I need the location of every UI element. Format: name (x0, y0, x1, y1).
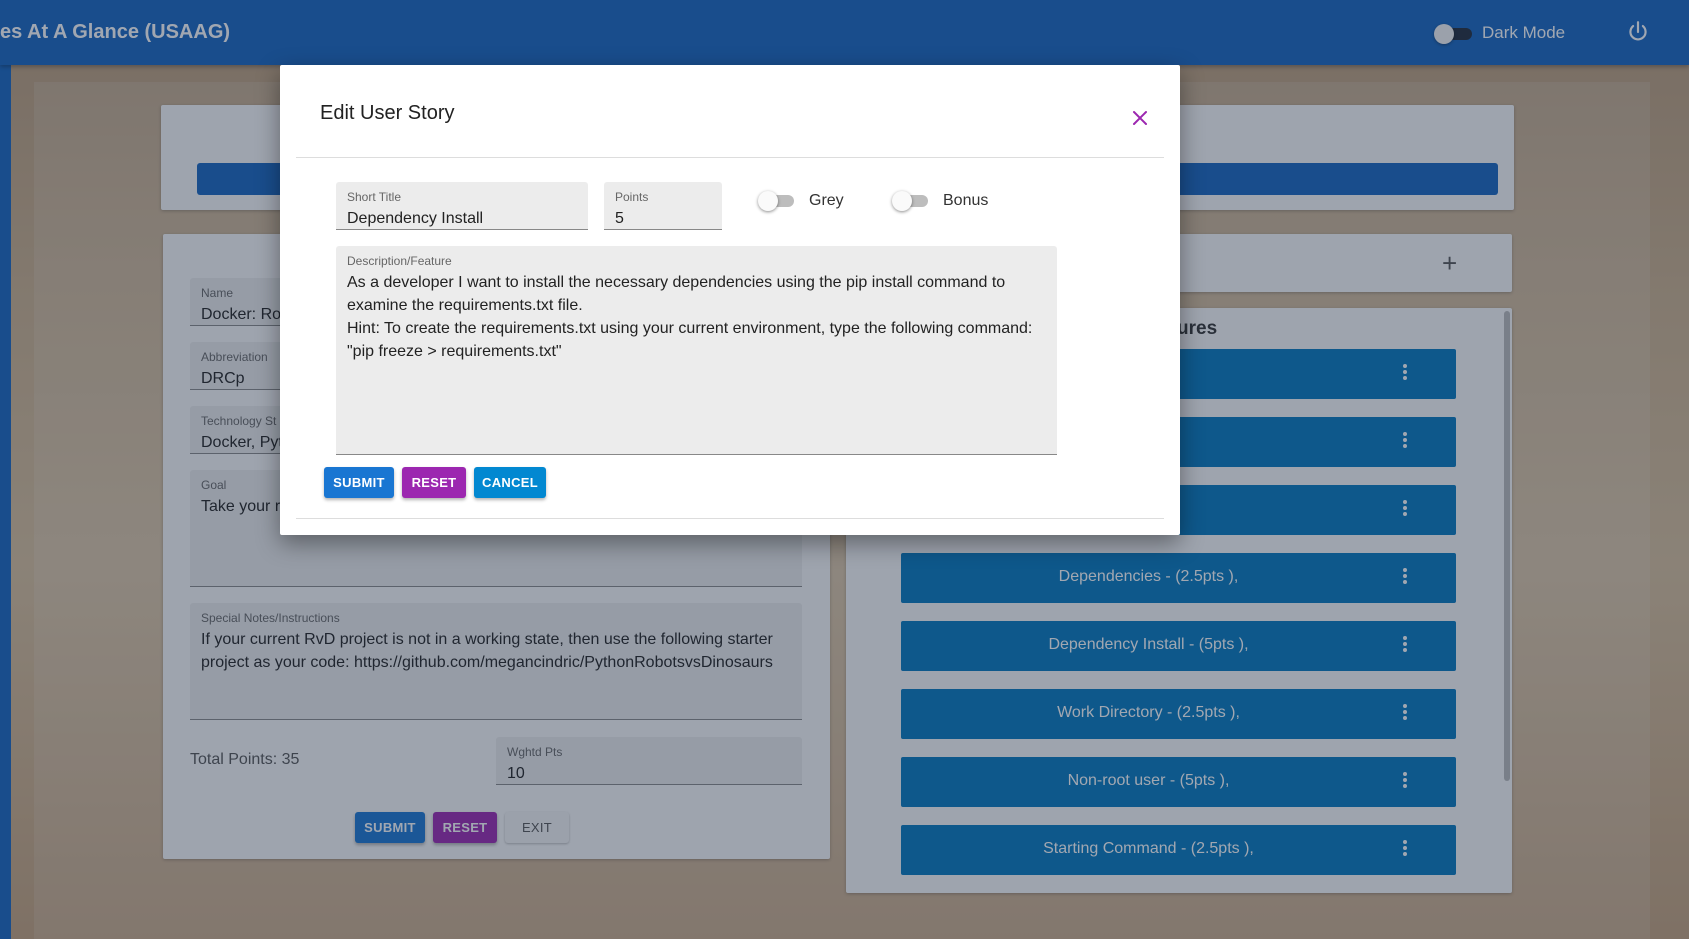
toggle-thumb (758, 191, 778, 211)
description-line: As a developer I want to install the nec… (347, 274, 1006, 314)
toggle-thumb (892, 191, 912, 211)
close-icon[interactable] (1129, 107, 1151, 129)
short-title-field[interactable]: Short Title Dependency Install (336, 182, 588, 230)
grey-toggle[interactable] (758, 191, 796, 211)
description-label: Description/Feature (347, 254, 452, 268)
dialog-cancel-button[interactable]: CANCEL (474, 467, 546, 498)
points-label: Points (615, 190, 649, 204)
points-value: 5 (615, 210, 624, 227)
description-field[interactable]: Description/Feature As a developer I wan… (336, 246, 1057, 455)
edit-user-story-dialog: Edit User Story Short Title Dependency I… (280, 65, 1180, 535)
bonus-toggle[interactable] (892, 191, 930, 211)
bonus-label: Bonus (943, 192, 989, 209)
dialog-reset-button[interactable]: RESET (402, 467, 466, 498)
grey-label: Grey (809, 192, 844, 209)
short-title-value: Dependency Install (347, 210, 484, 227)
dialog-divider-bottom (296, 518, 1164, 519)
short-title-label: Short Title (347, 190, 402, 204)
dialog-title: Edit User Story (320, 102, 455, 124)
dialog-divider-top (296, 157, 1164, 158)
description-value: As a developer I want to install the nec… (347, 271, 1046, 363)
description-line: "pip freeze > requirements.txt" (347, 343, 562, 360)
points-field[interactable]: Points 5 (604, 182, 722, 230)
dialog-submit-button[interactable]: SUBMIT (324, 467, 394, 498)
description-line: Hint: To create the requirements.txt usi… (347, 320, 1033, 337)
